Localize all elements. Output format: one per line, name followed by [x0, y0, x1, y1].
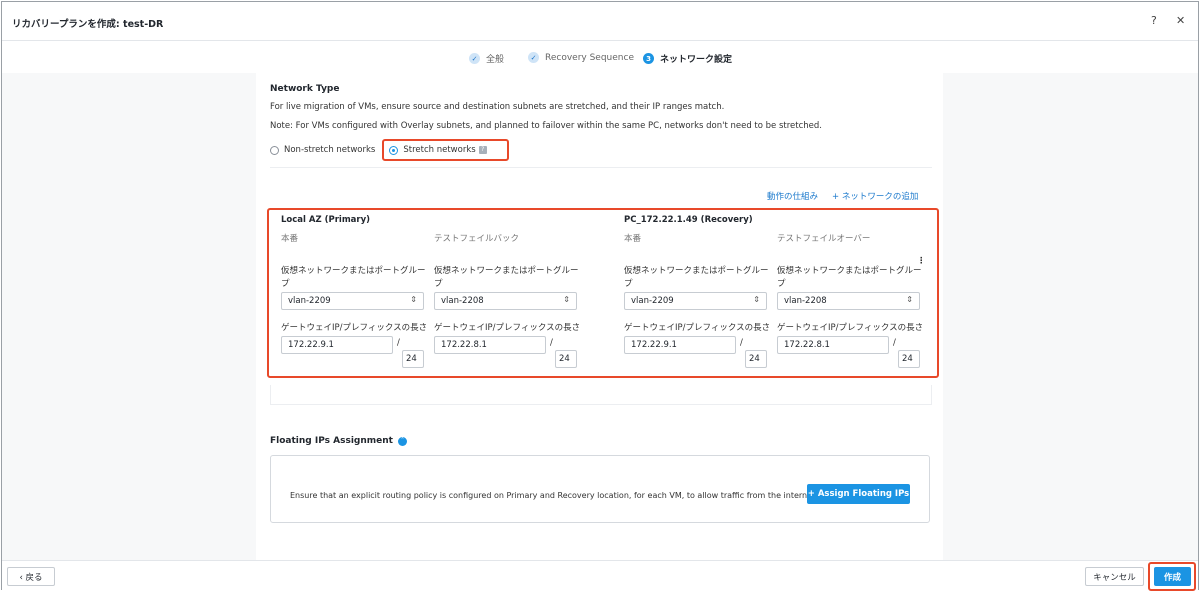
- stretch-radio[interactable]: [389, 145, 399, 155]
- info-icon[interactable]: ?: [478, 146, 487, 154]
- stretch-label[interactable]: Stretch networks: [403, 145, 475, 155]
- prefix-input[interactable]: 24: [555, 350, 577, 368]
- close-icon[interactable]: ✕: [1176, 14, 1185, 27]
- network-type-description: For live migration of VMs, ensure source…: [270, 102, 725, 112]
- more-options-icon[interactable]: ⋮: [917, 255, 926, 268]
- step-label: 全般: [486, 55, 505, 65]
- chevron-updown-icon: ⇕: [563, 295, 570, 304]
- gateway-input[interactable]: 172.22.9.1: [281, 336, 393, 354]
- column-subtitle: 本番: [281, 234, 299, 244]
- primary-title: Local AZ (Primary): [281, 215, 371, 225]
- prefix-input[interactable]: 24: [745, 350, 767, 368]
- cancel-button[interactable]: キャンセル: [1085, 567, 1144, 586]
- vnet-select[interactable]: vlan-2209 ⇕: [281, 292, 424, 310]
- column-subtitle: 本番: [624, 234, 642, 244]
- chevron-updown-icon: ⇕: [906, 295, 913, 304]
- vnet-select[interactable]: vlan-2209 ⇕: [624, 292, 767, 310]
- check-icon: ✓: [528, 52, 539, 63]
- vnet-value: vlan-2208: [784, 296, 827, 306]
- gateway-label: ゲートウェイIP/プレフィックスの長さ: [624, 323, 769, 333]
- prefix-input[interactable]: 24: [898, 350, 920, 368]
- gateway-label: ゲートウェイIP/プレフィックスの長さ: [434, 323, 579, 333]
- main-panel: Network Type For live migration of VMs, …: [256, 73, 943, 560]
- slash-separator: /: [893, 338, 896, 348]
- vnet-value: vlan-2208: [441, 296, 484, 306]
- vnet-label: 仮想ネットワークまたはポートグループ: [777, 266, 922, 289]
- step-label: ネットワーク設定: [660, 55, 733, 65]
- vnet-label: 仮想ネットワークまたはポートグループ: [624, 266, 769, 289]
- collapse-icon[interactable]: ˆ: [397, 436, 407, 446]
- vnet-label: 仮想ネットワークまたはポートグループ: [281, 266, 426, 289]
- floating-ips-text: Ensure that an explicit routing policy i…: [290, 490, 836, 501]
- stretch-option-highlight[interactable]: Stretch networks ?: [382, 139, 509, 161]
- vnet-select[interactable]: vlan-2208 ⇕: [777, 292, 920, 310]
- chevron-updown-icon: ⇕: [410, 295, 417, 304]
- gateway-label: ゲートウェイIP/プレフィックスの長さ: [281, 323, 426, 333]
- recovery-title: PC_172.22.1.49 (Recovery): [624, 215, 753, 225]
- divider: [270, 167, 932, 168]
- step-recovery-sequence[interactable]: ✓ Recovery Sequence: [528, 52, 634, 63]
- vnet-value: vlan-2209: [631, 296, 674, 306]
- gateway-input[interactable]: 172.22.9.1: [624, 336, 736, 354]
- column-subtitle: テストフェイルバック: [434, 234, 520, 244]
- floating-ips-header: Floating IPs Assignment ˆ: [270, 436, 407, 446]
- add-network-link[interactable]: + ネットワークの追加: [832, 190, 918, 202]
- chevron-updown-icon: ⇕: [753, 295, 760, 304]
- network-type-note: Note: For VMs configured with Overlay su…: [270, 121, 823, 131]
- wizard-steps: ✓ 全般 ✓ Recovery Sequence 3 ネットワーク設定: [2, 41, 1198, 73]
- footer: ‹ 戻る キャンセル 作成: [2, 560, 1198, 591]
- assign-floating-ips-button[interactable]: + Assign Floating IPs: [807, 484, 910, 504]
- step-label: Recovery Sequence: [545, 52, 634, 63]
- slash-separator: /: [397, 338, 400, 348]
- network-type-heading: Network Type: [270, 84, 340, 94]
- gateway-input[interactable]: 172.22.8.1: [777, 336, 889, 354]
- step-number: 3: [643, 53, 654, 64]
- slash-separator: /: [550, 338, 553, 348]
- vnet-value: vlan-2209: [288, 296, 331, 306]
- create-button[interactable]: 作成: [1154, 567, 1191, 586]
- floating-ips-heading: Floating IPs Assignment: [270, 436, 393, 446]
- check-icon: ✓: [469, 53, 480, 64]
- help-icon[interactable]: ?: [1151, 14, 1157, 27]
- network-type-options: Non-stretch networks Stretch networks ?: [270, 139, 509, 161]
- gateway-label: ゲートウェイIP/プレフィックスの長さ: [777, 323, 922, 333]
- title-bar: リカバリープランを作成: test-DR ? ✕: [2, 2, 1198, 41]
- mapping-box-bottom: [270, 385, 932, 405]
- vnet-label: 仮想ネットワークまたはポートグループ: [434, 266, 579, 289]
- vnet-select[interactable]: vlan-2208 ⇕: [434, 292, 577, 310]
- how-it-works-link[interactable]: 動作の仕組み: [767, 190, 818, 202]
- column-subtitle: テストフェイルオーバー: [777, 234, 871, 244]
- gateway-input[interactable]: 172.22.8.1: [434, 336, 546, 354]
- non-stretch-label[interactable]: Non-stretch networks: [284, 145, 375, 155]
- dialog-title: リカバリープランを作成: test-DR: [12, 19, 164, 30]
- floating-ips-description: Ensure that an explicit routing policy i…: [290, 491, 818, 500]
- step-general[interactable]: ✓ 全般: [469, 52, 504, 65]
- back-button[interactable]: ‹ 戻る: [7, 567, 55, 586]
- slash-separator: /: [740, 338, 743, 348]
- network-mapping-highlight: Local AZ (Primary) PC_172.22.1.49 (Recov…: [267, 208, 939, 378]
- floating-ips-box: Ensure that an explicit routing policy i…: [270, 455, 930, 523]
- step-network-settings[interactable]: 3 ネットワーク設定: [643, 52, 732, 65]
- non-stretch-radio[interactable]: [270, 145, 279, 155]
- prefix-input[interactable]: 24: [402, 350, 424, 368]
- content-area: Network Type For live migration of VMs, …: [2, 73, 1198, 560]
- dialog-window: リカバリープランを作成: test-DR ? ✕ ✓ 全般 ✓ Recovery…: [1, 1, 1199, 591]
